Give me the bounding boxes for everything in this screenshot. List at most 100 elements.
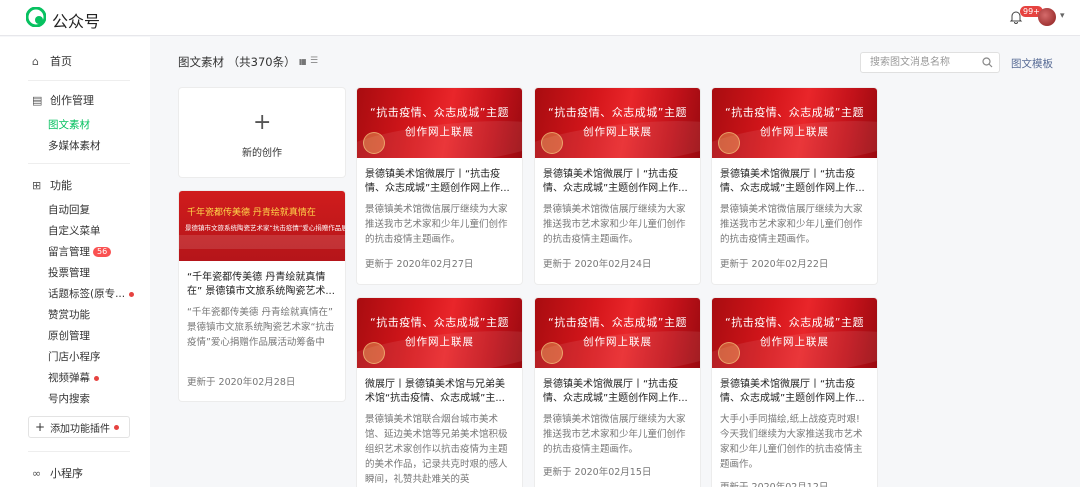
sidebar-item-articles[interactable]: 图文素材 xyxy=(48,117,90,132)
comments-count-badge: 56 xyxy=(93,247,112,257)
cover-subtitle: 景德镇市文旅系统陶瓷艺术家“抗击疫情”爱心捐赠作品展 xyxy=(185,224,345,232)
sidebar-item-store-miniprogram[interactable]: 门店小程序 xyxy=(48,349,101,364)
sidebar-item-comments[interactable]: 留言管理 56 xyxy=(48,244,112,259)
article-updated-date: 更新于 2020年02月24日 xyxy=(543,259,652,270)
sidebar-item-label: 视频弹幕 xyxy=(48,372,90,384)
article-updated-date: 更新于 2020年02月27日 xyxy=(365,259,474,270)
article-title: 景德镇美术馆微展厅丨“抗击疫情、众志成城”主题创作网上作... xyxy=(365,169,510,194)
brand-title[interactable]: 公众号 xyxy=(52,8,100,32)
sidebar-item-home[interactable]: ⌂ 首页 xyxy=(32,53,72,69)
add-plugin-label: 添加功能插件 xyxy=(50,423,111,435)
article-description: 景德镇美术馆微信展厅继续为大家推送我市艺术家和少年儿童们创作的抗击疫情主题画作。 xyxy=(543,204,686,245)
new-dot-indicator xyxy=(94,375,99,381)
new-creation-card[interactable]: + 新的创作 xyxy=(179,88,345,177)
sidebar: ⌂ 首页 ▤ 创作管理 图文素材 多媒体素材 ⊞ 功能 自动回复 自定义菜单 留… xyxy=(0,37,150,487)
search-input[interactable] xyxy=(870,53,980,72)
sidebar-group-label: 创作管理 xyxy=(50,94,94,107)
cover-title-line1: “抗击疫情、众志成城”主题 xyxy=(548,106,687,119)
sidebar-item-label: 留言管理 xyxy=(48,246,90,258)
cover-title-line2: 创作网上联展 xyxy=(583,126,652,138)
new-dot-indicator xyxy=(129,291,135,297)
wechat-official-logo-icon[interactable] xyxy=(26,7,46,27)
sidebar-item-auto-reply[interactable]: 自动回复 xyxy=(48,202,90,217)
article-title: 景德镇美术馆微展厅丨“抗击疫情、众志成城”主题创作网上作... xyxy=(543,169,688,194)
article-updated-date: 更新于 2020年02月15日 xyxy=(543,467,652,478)
grid-view-icon[interactable]: ▦ xyxy=(299,57,307,66)
article-card[interactable]: “抗击疫情、众志成城”主题 创作网上联展 景德镇美术馆微展厅丨“抗击疫情、众志成… xyxy=(712,298,877,487)
sidebar-item-label: 原创管理 xyxy=(48,330,90,342)
sidebar-item-media[interactable]: 多媒体素材 xyxy=(48,138,101,153)
divider xyxy=(28,451,130,452)
cover-calligraphy: 千年瓷都传美德 丹青绘就真情在 xyxy=(187,208,316,218)
new-creation-label: 新的创作 xyxy=(242,148,282,159)
article-cover-image: “抗击疫情、众志成城”主题 创作网上联展 xyxy=(712,88,877,158)
divider xyxy=(28,80,130,81)
sidebar-item-label: 号内搜索 xyxy=(48,393,90,405)
article-card[interactable]: “抗击疫情、众志成城”主题 创作网上联展 景德镇美术馆微展厅丨“抗击疫情、众志成… xyxy=(357,88,522,284)
article-title: 景德镇美术馆微展厅丨“抗击疫情、众志成城”主题创作网上作... xyxy=(720,379,865,404)
sidebar-item-label: 小程序 xyxy=(50,467,83,480)
search-icon[interactable] xyxy=(982,57,993,68)
plus-icon: + xyxy=(253,110,272,135)
sidebar-item-label: 首页 xyxy=(50,55,72,68)
chevron-down-icon[interactable]: ▾ xyxy=(1060,11,1065,21)
sidebar-item-label: 赞赏功能 xyxy=(48,309,90,321)
link-icon: ∞ xyxy=(32,466,42,480)
cover-title-line1: “抗击疫情、众志成城”主题 xyxy=(725,316,864,329)
article-description: 大手小手同描绘,纸上战疫克时艰! 今天我们继续为大家推送我市艺术家和少年儿童们创… xyxy=(720,414,863,470)
article-updated-date: 更新于 2020年02月28日 xyxy=(187,377,296,388)
avatar[interactable] xyxy=(1038,8,1056,26)
cover-title-line2: 创作网上联展 xyxy=(583,336,652,348)
sidebar-item-video-danmaku[interactable]: 视频弹幕 xyxy=(48,370,99,385)
cover-title-line1: “抗击疫情、众志成城”主题 xyxy=(548,316,687,329)
add-plugin-button[interactable]: + 添加功能插件 xyxy=(28,416,130,438)
article-card[interactable]: 千年瓷都传美德 丹青绘就真情在 景德镇市文旅系统陶瓷艺术家“抗击疫情”爱心捐赠作… xyxy=(179,191,345,401)
article-title: 景德镇美术馆微展厅丨“抗击疫情、众志成城”主题创作网上作... xyxy=(543,379,688,404)
divider xyxy=(28,163,130,164)
sidebar-item-original[interactable]: 原创管理 xyxy=(48,328,90,343)
article-card[interactable]: “抗击疫情、众志成城”主题 创作网上联展 景德镇美术馆微展厅丨“抗击疫情、众志成… xyxy=(535,298,700,487)
list-view-icon[interactable]: ☰ xyxy=(310,56,318,66)
article-cover-image: 千年瓷都传美德 丹青绘就真情在 景德镇市文旅系统陶瓷艺术家“抗击疫情”爱心捐赠作… xyxy=(179,191,345,261)
top-bar: 公众号 99+ ▾ xyxy=(0,0,1080,36)
sidebar-item-account-search[interactable]: 号内搜索 xyxy=(48,391,90,406)
sidebar-group-creation: ▤ 创作管理 xyxy=(32,92,94,108)
article-updated-date: 更新于 2020年02月12日 xyxy=(720,479,828,487)
plus-icon: + xyxy=(35,420,46,434)
page-title: 图文素材 （共370条） xyxy=(178,55,296,69)
sidebar-item-custom-menu[interactable]: 自定义菜单 xyxy=(48,223,101,238)
article-cover-image: “抗击疫情、众志成城”主题 创作网上联展 xyxy=(357,298,522,368)
article-card[interactable]: “抗击疫情、众志成城”主题 创作网上联展 微展厅丨景德镇美术馆与兄弟美术馆“抗击… xyxy=(357,298,522,487)
search-box[interactable] xyxy=(860,52,1000,73)
cover-title-line1: “抗击疫情、众志成城”主题 xyxy=(725,106,864,119)
sidebar-item-label: 自定义菜单 xyxy=(48,225,101,237)
sidebar-item-label: 话题标签(原专... xyxy=(48,288,126,300)
article-description: 景德镇美术馆微信展厅继续为大家推送我市艺术家和少年儿童们创作的抗击疫情主题画作。 xyxy=(720,204,863,245)
article-card[interactable]: “抗击疫情、众志成城”主题 创作网上联展 景德镇美术馆微展厅丨“抗击疫情、众志成… xyxy=(535,88,700,284)
sidebar-item-label: 门店小程序 xyxy=(48,351,101,363)
article-description: 景德镇美术馆微信展厅继续为大家推送我市艺术家和少年儿童们创作的抗击疫情主题画作。 xyxy=(365,204,508,245)
article-title: 景德镇美术馆微展厅丨“抗击疫情、众志成城”主题创作网上作... xyxy=(720,169,865,194)
home-icon: ⌂ xyxy=(32,54,39,68)
document-icon: ▤ xyxy=(32,93,43,107)
article-title: “千年瓷都传美德 丹青绘就真情在” 景德镇市文旅系统陶瓷艺术... xyxy=(187,272,335,297)
cover-title-line2: 创作网上联展 xyxy=(405,336,474,348)
article-description: 景德镇美术馆微信展厅继续为大家推送我市艺术家和少年儿童们创作的抗击疫情主题画作。 xyxy=(543,414,686,455)
sidebar-item-topic-tags[interactable]: 话题标签(原专... xyxy=(48,286,135,301)
cover-title-line2: 创作网上联展 xyxy=(760,126,829,138)
new-dot-indicator xyxy=(114,424,120,430)
article-cover-image: “抗击疫情、众志成城”主题 创作网上联展 xyxy=(357,88,522,158)
article-card[interactable]: “抗击疫情、众志成城”主题 创作网上联展 景德镇美术馆微展厅丨“抗击疫情、众志成… xyxy=(712,88,877,284)
sidebar-group-features: ⊞ 功能 xyxy=(32,177,72,193)
sidebar-item-label: 投票管理 xyxy=(48,267,90,279)
cover-title-line2: 创作网上联展 xyxy=(405,126,474,138)
sidebar-item-mini-program[interactable]: ∞ 小程序 xyxy=(32,465,83,481)
sidebar-group-label: 功能 xyxy=(50,179,72,192)
article-cover-image: “抗击疫情、众志成城”主题 创作网上联展 xyxy=(535,298,700,368)
cover-title-line2: 创作网上联展 xyxy=(760,336,829,348)
sidebar-item-reward[interactable]: 赞赏功能 xyxy=(48,307,90,322)
article-cover-image: “抗击疫情、众志成城”主题 创作网上联展 xyxy=(535,88,700,158)
sidebar-item-label: 自动回复 xyxy=(48,204,90,216)
sidebar-item-votes[interactable]: 投票管理 xyxy=(48,265,90,280)
article-template-link[interactable]: 图文模板 xyxy=(1011,56,1053,71)
